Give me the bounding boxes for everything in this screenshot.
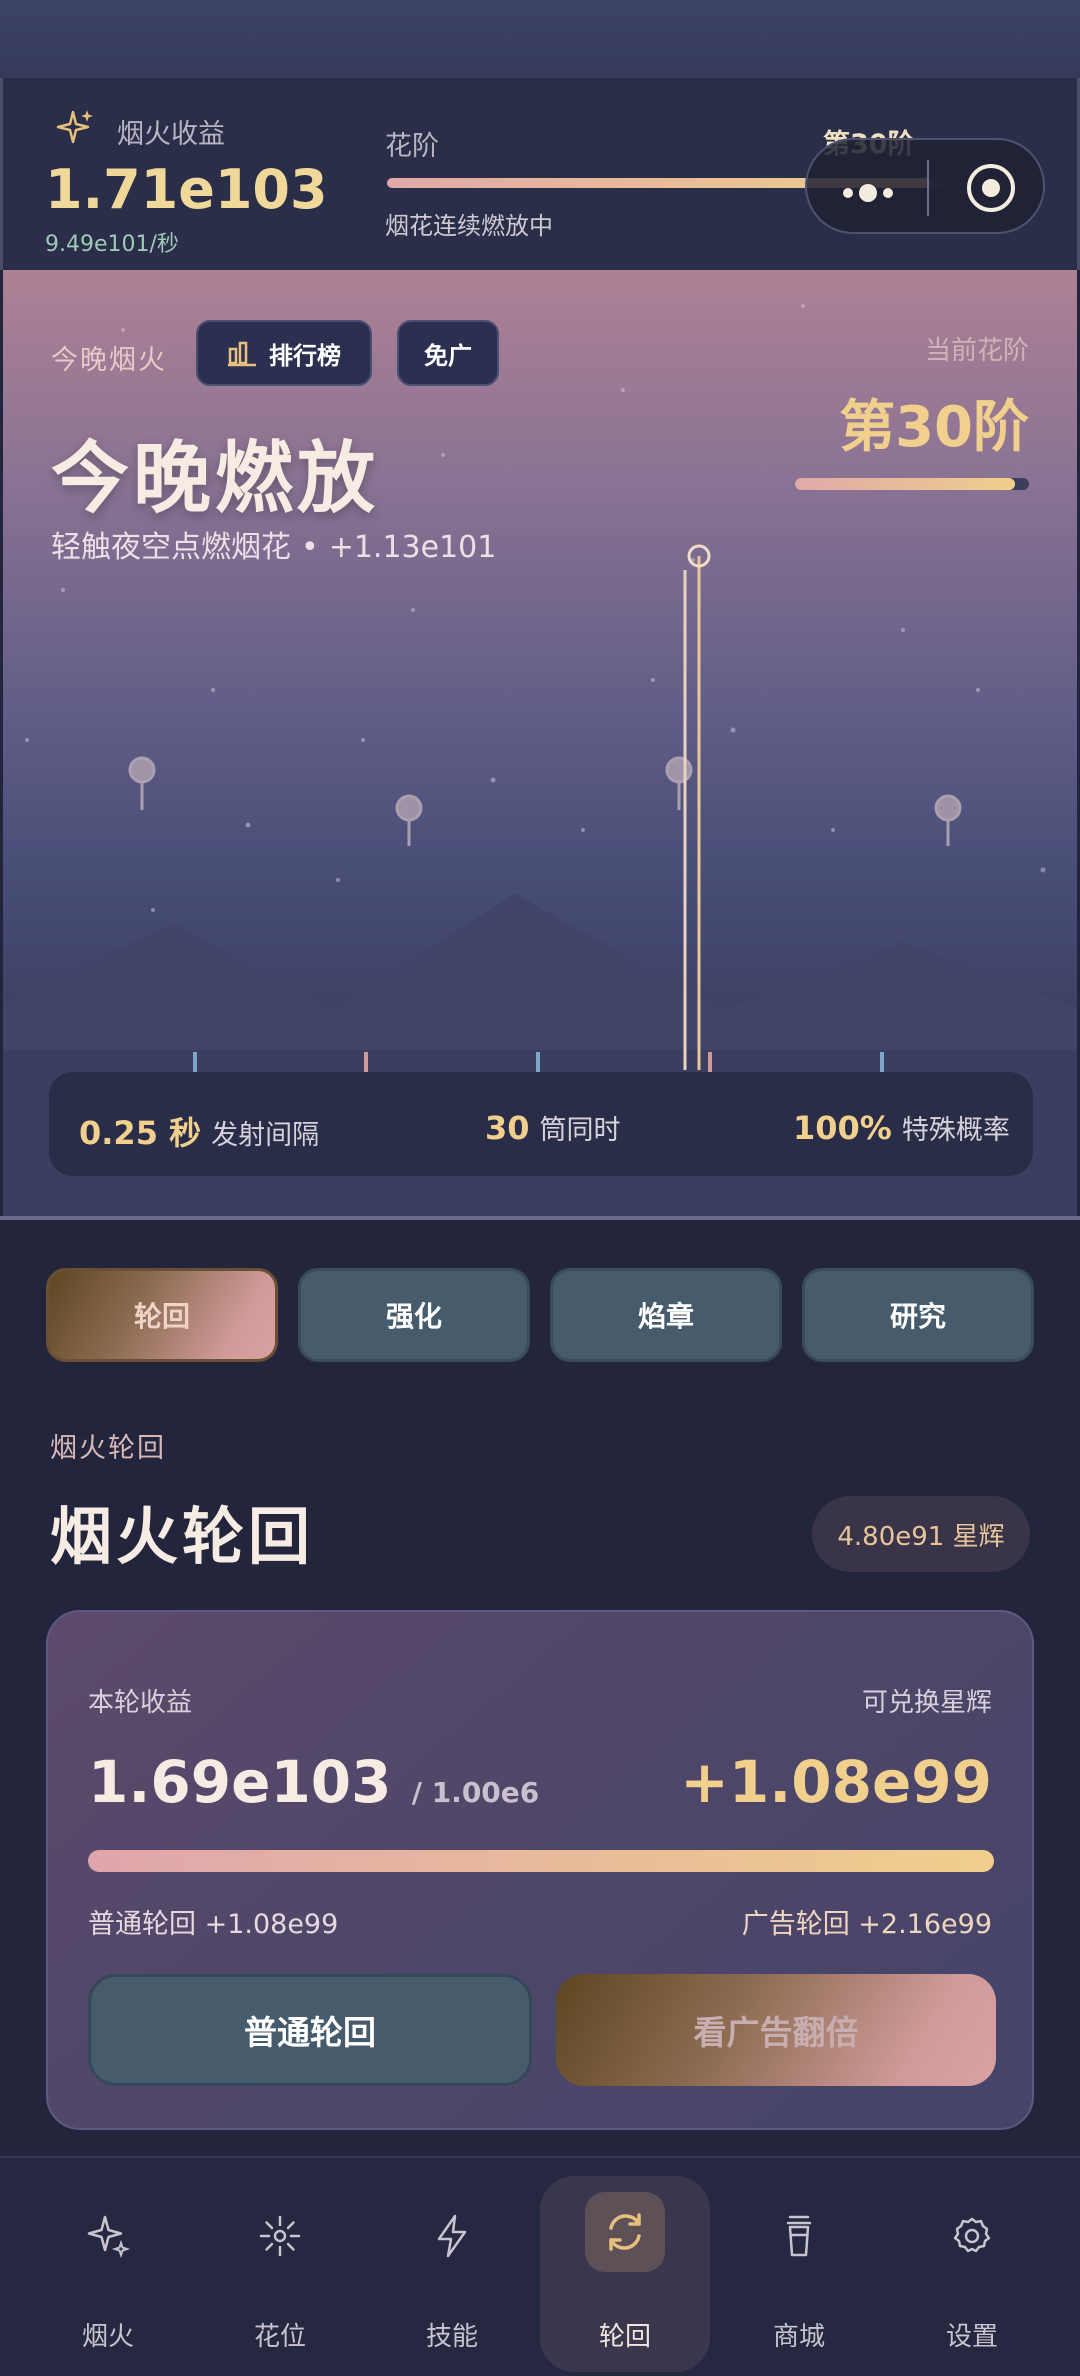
tab-badges[interactable]: 焰章 [550,1268,782,1362]
round-earnings-value: 1.69e103 / 1.00e6 [88,1748,539,1816]
leaderboard-label: 排行榜 [269,341,341,370]
rebirth-card: 本轮收益 可兑换星辉 1.69e103 / 1.00e6 +1.08e99 普通… [46,1610,1034,2130]
current-tier-value: 第30阶 [839,395,1029,460]
exchange-value: +1.08e99 [680,1748,992,1816]
tab-label: 焰章 [637,1300,694,1333]
tab-research[interactable]: 研究 [802,1268,1034,1362]
stat-label: 发射间隔 [211,1120,320,1151]
stat-value: 0.25 秒 [79,1114,202,1152]
nav-settings[interactable]: 设置 [887,2176,1057,2372]
divider [0,1216,1080,1220]
stat-label: 特殊概率 [901,1115,1010,1146]
close-target-icon[interactable] [963,160,1019,216]
nav-label: 轮回 [598,2322,651,2352]
current-tier-progress-bar [795,478,1029,490]
tonight-label: 今晚烟火 [51,345,167,376]
round-earnings-cap: / 1.00e6 [411,1776,540,1809]
stat-simultaneous-tubes: 30 筒同时 [485,1108,621,1147]
fireworks-sky[interactable]: 今晚烟火 排行榜 免广 今晚燃放 轻触夜空点燃烟花 • +1.13e101 当前花阶… [3,270,1077,1218]
bottom-nav: 烟火 花位 技能 轮回 商城 设置 [0,2156,1080,2376]
nav-label: 烟火 [81,2322,134,2352]
tab-label: 轮回 [133,1300,190,1333]
exchange-label: 可兑换星辉 [861,1688,992,1718]
round-earnings-label: 本轮收益 [88,1688,193,1718]
ad-rebirth-reward: 广告轮回 +2.16e99 [741,1909,992,1940]
nav-fireworks[interactable]: 烟火 [23,2176,193,2372]
header-bar: 烟火收益 1.71e103 9.49e101/秒 花阶 第30阶 烟花连续燃放中 [0,78,1080,270]
separator-dot: • [301,530,319,565]
nav-label: 设置 [945,2322,998,2352]
leaderboard-button[interactable]: 排行榜 [196,320,372,386]
tab-upgrade[interactable]: 强化 [298,1268,530,1362]
no-ads-button[interactable]: 免广 [397,320,499,386]
stat-label: 筒同时 [539,1115,621,1146]
earnings-rate: 9.49e101/秒 [45,232,179,257]
tab-label: 研究 [889,1300,946,1333]
hero-title: 今晚燃放 [51,434,380,524]
rebirth-progress-fill [88,1850,994,1872]
tier-status: 烟花连续燃放中 [385,212,553,240]
gear-icon [953,2217,991,2253]
watch-ad-double-button[interactable]: 看广告翻倍 [556,1974,996,2086]
section-title: 烟火轮回 [50,1500,315,1573]
normal-rebirth-reward: 普通轮回 +1.08e99 [88,1909,339,1940]
lightning-icon [437,2214,467,2258]
nav-shop[interactable]: 商城 [714,2176,884,2372]
earnings-value: 1.71e103 [45,158,328,221]
shop-icon [786,2215,812,2257]
launch-stats-panel: 0.25 秒发射间隔 30 筒同时 100% 特殊概率 [49,1072,1033,1176]
nav-label: 花位 [253,2322,306,2352]
nav-skills[interactable]: 技能 [367,2176,537,2372]
tab-label: 强化 [385,1300,442,1333]
status-bar-area [0,0,1080,78]
round-earnings-number: 1.69e103 [88,1748,392,1816]
nav-slots[interactable]: 花位 [195,2176,365,2372]
mini-program-capsule [805,138,1045,234]
nav-label: 技能 [425,2322,478,2352]
no-ads-label: 免广 [424,341,472,370]
stat-value: 30 [485,1109,530,1147]
stat-launch-interval: 0.25 秒发射间隔 [79,1108,319,1154]
normal-rebirth-button[interactable]: 普通轮回 [88,1974,532,2086]
current-tier-progress-fill [795,478,1015,490]
rebirth-progress-bar [88,1850,994,1872]
tap-gain: +1.13e101 [328,530,497,565]
stardust-badge: 4.80e91 星辉 [812,1496,1030,1572]
earnings-label: 烟火收益 [117,119,225,150]
bar-chart-icon [228,341,256,367]
nav-label: 商城 [772,2322,825,2352]
sparkle-icon [56,110,93,144]
section-label: 烟火轮回 [50,1433,166,1464]
firework-icon [259,2215,301,2257]
nav-rebirth[interactable]: 轮回 [540,2176,710,2372]
current-tier-label: 当前花阶 [924,336,1029,366]
refresh-icon [609,2213,641,2251]
more-icon[interactable] [843,180,899,202]
tab-rebirth[interactable]: 轮回 [46,1268,278,1362]
hero-subtitle-text: 轻触夜空点燃烟花 [51,530,291,565]
hero-subtitle: 轻触夜空点燃烟花 • +1.13e101 [51,522,496,566]
stat-value: 100% [793,1109,892,1147]
tier-label: 花阶 [385,131,439,162]
capsule-divider [927,160,929,216]
stat-special-chance: 100% 特殊概率 [793,1108,1010,1147]
sparkle-icon [87,2215,131,2259]
